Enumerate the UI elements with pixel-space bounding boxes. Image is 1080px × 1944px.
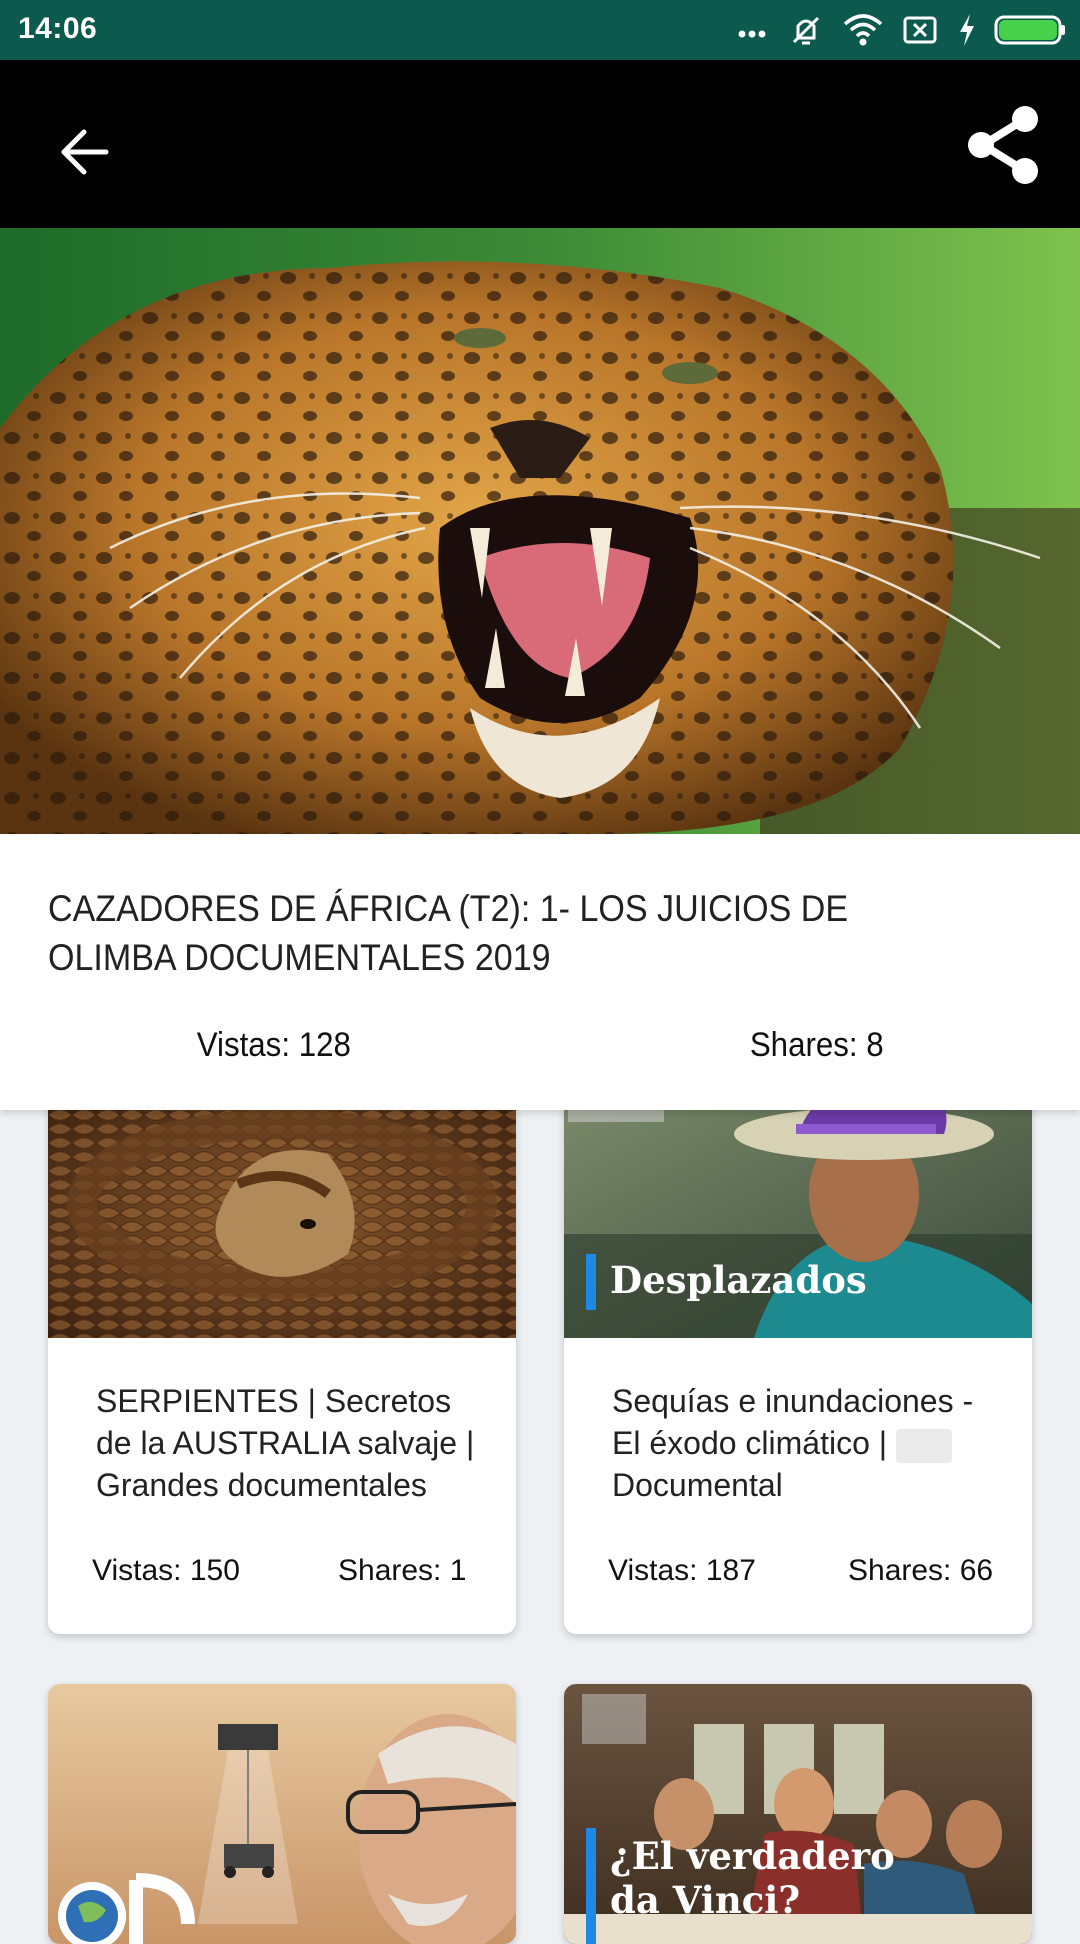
video-thumbnail[interactable] (0, 228, 1080, 834)
related-thumbnail (48, 1684, 516, 1944)
wifi-icon (843, 14, 883, 46)
video-title: CAZADORES DE ÁFRICA (T2): 1- LOS JUICIOS… (48, 888, 849, 978)
more-icon (738, 30, 766, 38)
related-shares: Shares: 1 (338, 1554, 467, 1587)
overlay-label: Desplazados (610, 1258, 867, 1302)
video-views: Vistas: 128 (196, 1026, 351, 1064)
mars-rover-image (48, 1684, 516, 1944)
share-button[interactable] (958, 100, 1048, 190)
charging-icon (960, 14, 974, 46)
related-title: Sequías e inundaciones - El éxodo climát… (612, 1383, 974, 1503)
video-info-card: CAZADORES DE ÁFRICA (T2): 1- LOS JUICIOS… (0, 834, 1080, 1110)
related-views: Vistas: 187 (608, 1554, 756, 1587)
video-shares: Shares: 8 (749, 1026, 884, 1064)
related-video-card[interactable]: ¿El verdadero da Vinci? (564, 1684, 1032, 1944)
related-video-card[interactable] (48, 1684, 516, 1944)
status-icons (734, 10, 1066, 50)
share-icon (968, 106, 1038, 184)
accent-bar (586, 1254, 596, 1310)
app-bar (0, 60, 1080, 228)
related-video-card[interactable]: SERPIENTES | Secretos de la AUSTRALIA sa… (48, 1094, 516, 1634)
related-title: SERPIENTES | Secretos de la AUSTRALIA sa… (96, 1383, 475, 1503)
vibrate-off-icon (792, 16, 820, 45)
leopard-image (0, 228, 1080, 834)
snake-image (48, 1094, 516, 1338)
related-thumbnail (48, 1094, 516, 1338)
sim-off-icon (903, 16, 937, 44)
related-video-card[interactable]: Desplazados Sequías e inundaciones - El … (564, 1094, 1032, 1634)
overlay-label: ¿El verdadero da Vinci? (610, 1834, 895, 1922)
back-button[interactable] (44, 112, 124, 192)
related-shares: Shares: 66 (848, 1554, 994, 1587)
related-views: Vistas: 150 (92, 1554, 240, 1587)
accent-bar (586, 1828, 596, 1944)
battery-icon (994, 15, 1065, 45)
arrow-back-icon (61, 129, 109, 175)
blurred-logo (895, 1428, 952, 1463)
status-time: 14:06 (18, 12, 98, 45)
status-bar: 14:06 (0, 0, 1080, 60)
